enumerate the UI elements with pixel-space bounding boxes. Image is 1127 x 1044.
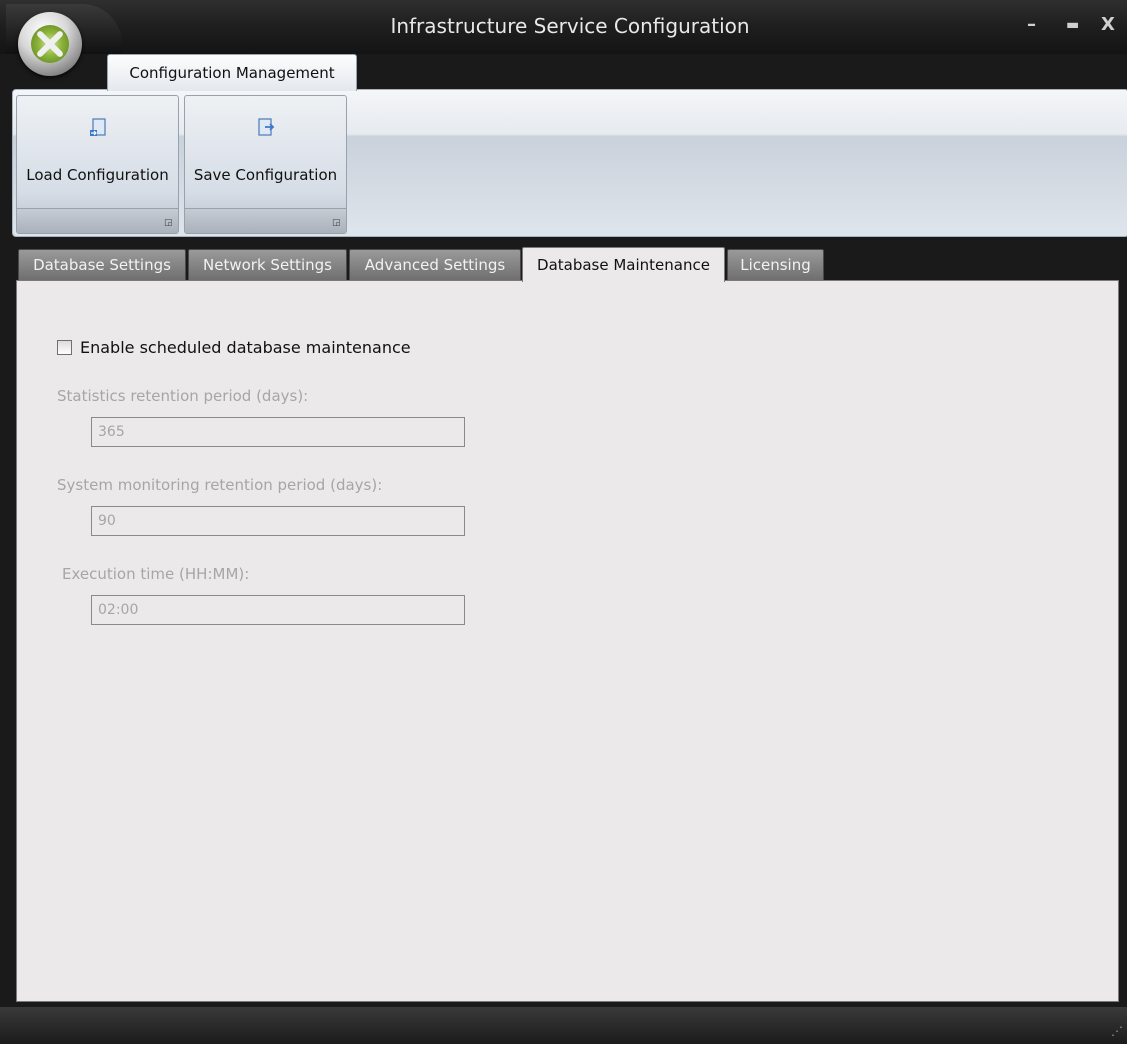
monitoring-retention-label: System monitoring retention period (days… <box>57 476 383 494</box>
enable-maintenance-label: Enable scheduled database maintenance <box>80 337 411 357</box>
status-bar: ⋰ <box>0 1007 1127 1044</box>
ribbon: Load Configuration ◲ Save Configuration … <box>12 89 1127 237</box>
tab-licensing[interactable]: Licensing <box>727 249 824 280</box>
window-title: Infrastructure Service Configuration <box>390 14 750 38</box>
enable-maintenance-checkbox[interactable] <box>57 339 72 355</box>
load-configuration-label: Load Configuration <box>26 166 169 184</box>
resize-grip-icon[interactable]: ⋰ <box>1111 1024 1123 1038</box>
tab-network-settings[interactable]: Network Settings <box>188 249 347 280</box>
ribbon-group-footer: ◲ <box>17 208 178 233</box>
application-menu-button[interactable] <box>18 12 82 76</box>
app-logo-icon <box>31 25 69 63</box>
app-window: Infrastructure Service Configuration – ▬… <box>0 0 1127 1044</box>
statistics-retention-input[interactable]: 365 <box>91 417 465 447</box>
monitoring-retention-input[interactable]: 90 <box>91 506 465 536</box>
save-config-icon <box>257 118 274 136</box>
tab-database-maintenance[interactable]: Database Maintenance <box>522 247 725 282</box>
ribbon-group-save: Save Configuration ◲ <box>184 95 347 234</box>
title-bar: Infrastructure Service Configuration – ▬… <box>0 0 1127 54</box>
database-maintenance-panel: Enable scheduled database maintenance St… <box>16 280 1119 1002</box>
minimize-button[interactable]: – <box>1027 14 1036 35</box>
maximize-button[interactable]: ▬ <box>1066 17 1079 33</box>
save-configuration-label: Save Configuration <box>193 166 338 184</box>
tab-database-settings[interactable]: Database Settings <box>18 249 186 280</box>
dialog-launcher-icon[interactable]: ◲ <box>164 218 174 228</box>
tab-advanced-settings[interactable]: Advanced Settings <box>349 249 521 280</box>
load-configuration-button[interactable]: Load Configuration <box>17 96 178 208</box>
save-configuration-button[interactable]: Save Configuration <box>185 96 346 208</box>
execution-time-input[interactable]: 02:00 <box>91 595 465 625</box>
enable-maintenance-row[interactable]: Enable scheduled database maintenance <box>57 337 411 357</box>
close-button[interactable]: X <box>1101 14 1115 35</box>
load-config-icon <box>89 118 106 136</box>
dialog-launcher-icon[interactable]: ◲ <box>332 218 342 228</box>
ribbon-group-load: Load Configuration ◲ <box>16 95 179 234</box>
execution-time-label: Execution time (HH:MM): <box>62 565 250 583</box>
ribbon-tab-configuration-management[interactable]: Configuration Management <box>107 54 357 91</box>
settings-tabstrip: Database Settings Network Settings Advan… <box>16 247 1116 282</box>
statistics-retention-label: Statistics retention period (days): <box>57 387 309 405</box>
ribbon-group-footer: ◲ <box>185 208 346 233</box>
